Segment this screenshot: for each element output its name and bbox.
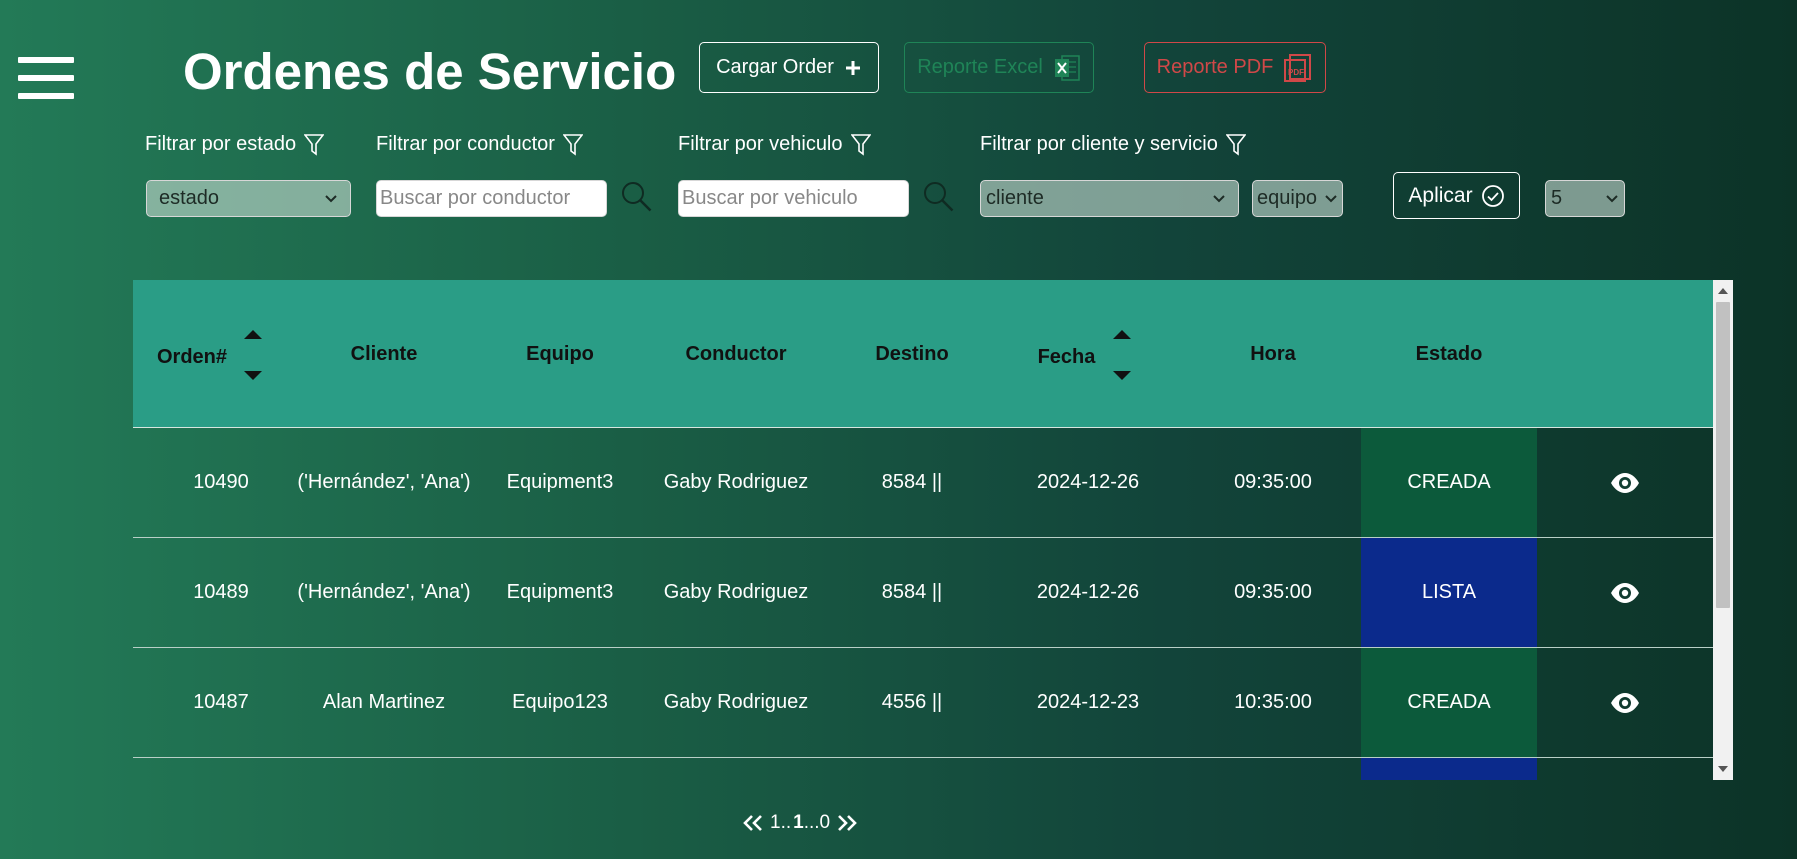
chevron-down-icon [1606, 194, 1618, 202]
search-icon[interactable] [922, 180, 956, 214]
cell-hora: 10:35:00 [1234, 691, 1312, 713]
col-hora-header: Hora [1250, 342, 1296, 365]
filter-conductor-label: Filtrar por conductor [376, 133, 583, 156]
table-scrollbar[interactable] [1713, 280, 1733, 780]
cell-destino: 8584 || [881, 471, 943, 493]
sort-fecha-control[interactable] [1112, 330, 1132, 380]
scroll-down-icon [1718, 766, 1728, 772]
cell-cliente: ('Hernández', 'Ana') [297, 581, 471, 603]
col-equipo-header: Equipo [526, 342, 594, 365]
plus-icon [845, 60, 860, 75]
cell-hora: 09:35:00 [1234, 471, 1312, 493]
cell-destino: 4556 || [881, 691, 943, 713]
equipo-select[interactable]: equipo [1252, 180, 1343, 217]
aplicar-label: Aplicar [1408, 183, 1473, 207]
page-size-select[interactable]: 5 [1545, 180, 1625, 217]
sort-down-icon [1113, 371, 1131, 380]
table-header: Orden# Cliente Equipo Conductor Destino … [133, 280, 1713, 428]
filter-icon [304, 133, 325, 156]
col-orden-header: Orden# [156, 345, 228, 368]
scroll-up-icon [1718, 288, 1728, 294]
cell-equipo: Equipment3 [506, 471, 614, 493]
pagination: 1.. 1 ...0 [742, 808, 858, 838]
cell-conductor: Gaby Rodriguez [663, 691, 809, 713]
filter-vehiculo-label: Filtrar por vehiculo [678, 133, 871, 156]
filter-icon [562, 133, 583, 156]
status-badge: LISTA [1361, 538, 1537, 647]
reporte-excel-label: Reporte Excel [917, 56, 1043, 78]
filter-icon [850, 133, 871, 156]
cell-equipo: Equipment3 [506, 581, 614, 603]
chevron-down-icon [1213, 194, 1225, 202]
scroll-thumb [1716, 302, 1730, 608]
table-row: 10489 ('Hernández', 'Ana') Equipment3 Ga… [133, 538, 1713, 648]
chevron-down-icon [1325, 194, 1337, 202]
sort-orden-control[interactable] [243, 330, 263, 380]
col-estado-header: Estado [1415, 342, 1483, 365]
double-chevron-left-icon[interactable] [742, 814, 764, 832]
col-cliente-header: Cliente [350, 342, 418, 365]
sort-up-icon [244, 330, 262, 339]
check-circle-icon [1481, 184, 1504, 207]
chevron-down-icon [325, 194, 337, 202]
svg-text:PDF: PDF [1288, 68, 1304, 77]
cell-fecha: 2024-12-26 [1036, 471, 1140, 493]
sort-down-icon [244, 371, 262, 380]
estado-select[interactable]: estado [146, 180, 351, 217]
double-chevron-right-icon[interactable] [836, 814, 858, 832]
cell-cliente: ('Hernández', 'Ana') [297, 471, 471, 493]
filter-estado-label: Filtrar por estado [145, 133, 325, 156]
pagination-current[interactable]: 1 [793, 812, 804, 834]
cargar-order-button[interactable]: Cargar Order [699, 42, 879, 93]
table-row: 10490 ('Hernández', 'Ana') Equipment3 Ga… [133, 428, 1713, 538]
cell-conductor: Gaby Rodriguez [663, 581, 809, 603]
cell-orden: 10487 [193, 691, 249, 713]
status-badge-partial [1361, 758, 1537, 780]
aplicar-button[interactable]: Aplicar [1393, 172, 1520, 219]
reporte-pdf-label: Reporte PDF [1156, 56, 1274, 78]
table-row: 10487 Alan Martinez Equipo123 Gaby Rodri… [133, 648, 1713, 758]
orders-table: Orden# Cliente Equipo Conductor Destino … [133, 280, 1733, 780]
col-destino-header: Destino [875, 342, 949, 365]
pdf-icon: PDF [1284, 53, 1312, 82]
vehiculo-search-input[interactable]: Buscar por vehiculo [678, 180, 909, 217]
status-badge: CREADA [1361, 428, 1537, 537]
cell-cliente: Alan Martinez [322, 691, 446, 713]
cell-destino: 8584 || [881, 581, 943, 603]
cell-equipo: Equipo123 [512, 691, 608, 713]
cliente-select[interactable]: cliente [980, 180, 1239, 217]
menu-icon[interactable] [18, 57, 74, 99]
cell-hora: 09:35:00 [1234, 581, 1312, 603]
cell-conductor: Gaby Rodriguez [663, 471, 809, 493]
conductor-search-input[interactable]: Buscar por conductor [376, 180, 607, 217]
filter-icon [1225, 133, 1246, 156]
col-conductor-header: Conductor [685, 342, 787, 365]
cell-orden: 10489 [193, 581, 249, 603]
cell-fecha: 2024-12-26 [1036, 581, 1140, 603]
reporte-pdf-button[interactable]: Reporte PDF PDF [1144, 42, 1326, 93]
view-eye-icon[interactable] [1537, 428, 1713, 537]
cargar-order-label: Cargar Order [716, 56, 834, 78]
pagination-suffix[interactable]: ...0 [804, 812, 830, 834]
page-title: Ordenes de Servicio [183, 43, 677, 100]
status-badge: CREADA [1361, 648, 1537, 757]
sort-up-icon [1113, 330, 1131, 339]
reporte-excel-button[interactable]: Reporte Excel [904, 42, 1094, 93]
excel-icon [1054, 54, 1080, 81]
cell-fecha: 2024-12-23 [1036, 691, 1140, 713]
filter-cliente-label: Filtrar por cliente y servicio [980, 133, 1246, 156]
search-icon[interactable] [620, 180, 654, 214]
view-eye-icon[interactable] [1537, 538, 1713, 647]
cell-orden: 10490 [193, 471, 249, 493]
pagination-prefix[interactable]: 1.. [770, 812, 791, 834]
view-eye-icon[interactable] [1537, 648, 1713, 757]
